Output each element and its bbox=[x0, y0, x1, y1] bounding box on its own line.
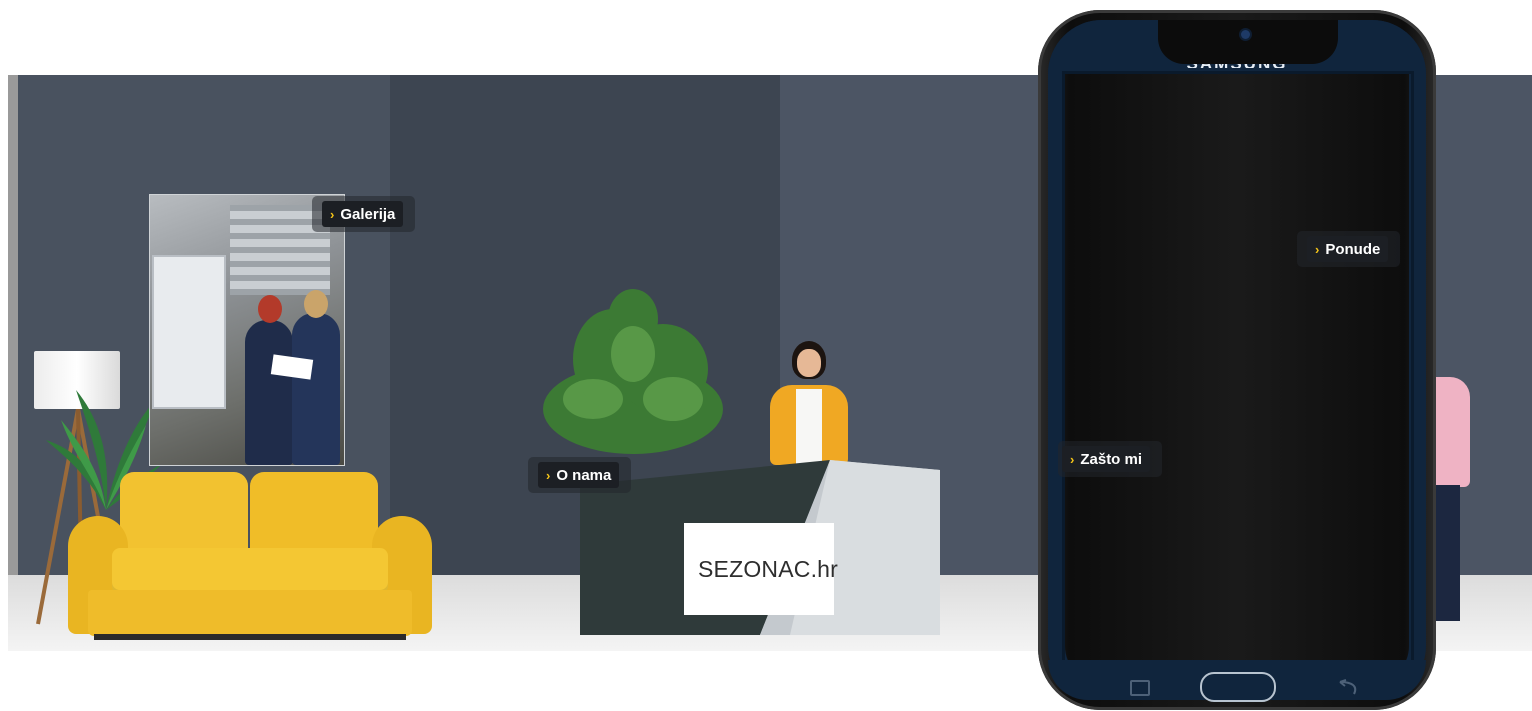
jobs-board-divider bbox=[1102, 254, 1314, 255]
jobs-board-title: POSLOVI bbox=[1110, 230, 1172, 246]
desk-plant bbox=[543, 289, 723, 454]
chevron-right-icon: › bbox=[1070, 451, 1075, 467]
stool-back-left bbox=[1080, 491, 1156, 513]
receptionist bbox=[768, 341, 850, 465]
stool-pole-left bbox=[1118, 547, 1124, 623]
photo-person-left bbox=[245, 320, 293, 465]
sofa-shadow bbox=[94, 634, 406, 640]
hotspot-ponude-button[interactable]: › Ponude bbox=[1307, 236, 1389, 262]
receptionist-face bbox=[797, 349, 821, 377]
stool-pole-right bbox=[1360, 547, 1366, 623]
hotspot-galerija[interactable]: › Galerija bbox=[312, 196, 416, 232]
hotspot-zasto-mi-label: Zašto mi bbox=[1080, 450, 1143, 468]
hotspot-o-nama-label: O nama bbox=[556, 466, 612, 484]
hotspot-zasto-mi-button[interactable]: › Zašto mi bbox=[1062, 446, 1151, 472]
sofa-seat bbox=[112, 548, 388, 594]
phone-brand: SAMSUNG bbox=[1186, 54, 1288, 68]
home-button-icon[interactable] bbox=[1200, 672, 1276, 702]
man-pants bbox=[1406, 485, 1460, 621]
photo-person-left-head bbox=[258, 295, 282, 323]
chevron-right-icon: › bbox=[1315, 241, 1320, 257]
hotspot-ponude[interactable]: › Ponude bbox=[1297, 231, 1401, 267]
front-camera-icon bbox=[1241, 30, 1250, 39]
bar-stool-right bbox=[1324, 491, 1408, 637]
chevron-right-icon: › bbox=[330, 206, 335, 222]
sezonac-logo-panel: SEZONAC.hr bbox=[684, 523, 838, 615]
hotspot-o-nama[interactable]: › O nama bbox=[528, 457, 632, 493]
back-icon[interactable] bbox=[1336, 678, 1360, 696]
hotspot-ponude-label: Ponude bbox=[1325, 240, 1381, 258]
job-title[interactable]: Marketing Intern (m/f) bbox=[1110, 266, 1215, 278]
job-meta: Zagreb, 14.10.2020 bbox=[1110, 286, 1180, 295]
photo-person-right bbox=[292, 313, 340, 465]
jobs-board[interactable]: POSLOVI Marketing Intern (m/f) Zagreb, 1… bbox=[1095, 215, 1321, 333]
hotspot-zasto-mi[interactable]: › Zašto mi bbox=[1058, 441, 1163, 477]
table-pole bbox=[1236, 483, 1244, 613]
stool-seat-right bbox=[1332, 525, 1390, 549]
recent-apps-icon[interactable] bbox=[1130, 680, 1150, 696]
chevron-right-icon: › bbox=[546, 467, 551, 483]
stool-base-left bbox=[1098, 619, 1146, 631]
sofa-back-left bbox=[120, 472, 248, 556]
sofa-back-right bbox=[250, 472, 378, 556]
stool-base-right bbox=[1338, 619, 1386, 631]
receptionist-shirt bbox=[796, 389, 822, 465]
cafe-table bbox=[1176, 463, 1308, 633]
stool-seat-left bbox=[1092, 525, 1150, 549]
virtual-booth: SEZONAC.hr POSLOVI Marketing Intern (m/f… bbox=[8, 75, 1532, 651]
jobs-board-inner: POSLOVI Marketing Intern (m/f) Zagreb, 1… bbox=[1102, 222, 1314, 326]
yellow-sofa bbox=[68, 472, 432, 640]
hotspot-o-nama-button[interactable]: › O nama bbox=[538, 462, 620, 488]
stool-back-right bbox=[1326, 491, 1402, 513]
bar-stool-left bbox=[1074, 491, 1158, 637]
photo-person-right-head bbox=[304, 290, 328, 318]
laptop bbox=[1366, 396, 1414, 446]
reception-desk: SEZONAC.hr bbox=[580, 460, 940, 635]
hotspot-galerija-button[interactable]: › Galerija bbox=[322, 201, 404, 227]
sofa-base bbox=[88, 590, 412, 636]
sezonac-logo-text: SEZONAC.hr bbox=[698, 555, 839, 582]
table-base bbox=[1200, 609, 1282, 625]
photo-board bbox=[152, 255, 226, 409]
wall-edge-shadow bbox=[8, 75, 18, 650]
hotspot-galerija-label: Galerija bbox=[340, 205, 396, 223]
gallery-photo[interactable] bbox=[149, 194, 345, 466]
phone-notch bbox=[1158, 20, 1338, 64]
